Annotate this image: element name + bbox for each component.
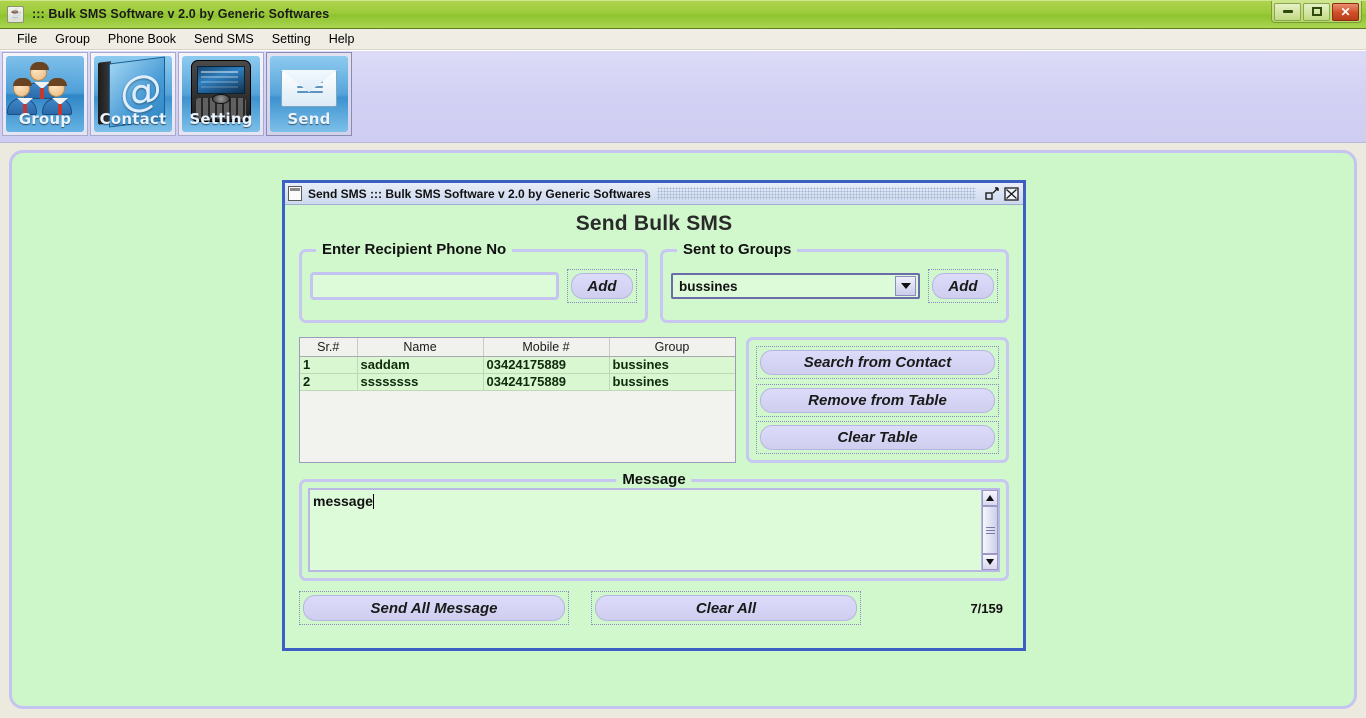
toolbar-button-send-label: Send: [287, 110, 331, 128]
internal-frame-restore-button[interactable]: [984, 186, 1001, 202]
page-title: Send Bulk SMS: [575, 212, 733, 235]
add-phone-button[interactable]: Add: [571, 273, 633, 299]
menu-item-setting[interactable]: Setting: [263, 30, 320, 48]
recipient-panel-title: Enter Recipient Phone No: [316, 241, 513, 258]
groups-panel: Sent to Groups bussines Add: [660, 241, 1009, 323]
remove-from-table-button[interactable]: Remove from Table: [760, 387, 995, 413]
menu-item-help[interactable]: Help: [320, 30, 364, 48]
send-all-focus-ring: Send All Message: [299, 591, 569, 625]
application-window: ☕ ::: Bulk SMS Software v 2.0 by Generic…: [0, 0, 1366, 718]
top-panels-row: Enter Recipient Phone No Add Sent to Gro…: [299, 241, 1009, 323]
character-counter: 7/159: [970, 600, 1003, 616]
toolbar-button-group-label: Group: [18, 110, 72, 128]
add-phone-focus-ring: Add: [567, 269, 637, 303]
menu-item-phone-book[interactable]: Phone Book: [99, 30, 185, 48]
envelope-send-icon: Send: [270, 56, 348, 132]
menu-item-file[interactable]: File: [8, 30, 46, 48]
scrollbar-thumb[interactable]: [982, 506, 998, 554]
message-panel-title: Message: [616, 471, 692, 488]
column-header-group[interactable]: Group: [609, 338, 735, 357]
toolbar-button-send[interactable]: Send: [266, 52, 352, 136]
scroll-up-icon[interactable]: [982, 490, 998, 506]
table-header-row: Sr.# Name Mobile # Group: [300, 338, 735, 357]
clear-all-button[interactable]: Clear All: [595, 595, 857, 621]
table-actions-panel: Search from Contact Remove from Table Cl…: [746, 337, 1009, 463]
message-textarea-wrap: message: [308, 488, 1000, 572]
bottom-actions-row: Send All Message Clear All 7/159: [299, 591, 1009, 625]
clear-table-focus-ring: Clear Table: [756, 421, 999, 454]
add-group-focus-ring: Add: [928, 269, 998, 303]
mobile-phone-icon: Setting: [182, 56, 260, 132]
scrollbar-grip: [985, 525, 995, 536]
cell-mobile: 03424175889: [483, 373, 610, 391]
clear-all-focus-ring: Clear All: [591, 591, 861, 625]
cell-sr: 1: [300, 356, 358, 374]
clear-table-button[interactable]: Clear Table: [760, 425, 995, 450]
cell-name: saddam: [357, 356, 484, 374]
column-header-mobile[interactable]: Mobile #: [483, 338, 610, 357]
menu-item-group[interactable]: Group: [46, 30, 99, 48]
maximize-button[interactable]: [1303, 2, 1330, 21]
remove-from-table-focus-ring: Remove from Table: [756, 383, 999, 417]
recipient-panel: Enter Recipient Phone No Add: [299, 241, 648, 323]
close-icon: ✕: [1340, 4, 1351, 19]
message-textarea[interactable]: message: [310, 490, 981, 570]
window-title-bar: ☕ ::: Bulk SMS Software v 2.0 by Generic…: [0, 0, 1366, 29]
column-header-name[interactable]: Name: [357, 338, 484, 357]
cell-group: bussines: [609, 373, 735, 391]
search-from-contact-focus-ring: Search from Contact: [756, 346, 999, 379]
window-title: ::: Bulk SMS Software v 2.0 by Generic S…: [32, 7, 330, 21]
add-group-button[interactable]: Add: [932, 273, 994, 299]
window-controls: ✕: [1271, 1, 1362, 23]
toolbar: Group @ Contact Setting Send: [0, 50, 1366, 143]
internal-frame-title-bar[interactable]: Send SMS ::: Bulk SMS Software v 2.0 by …: [285, 183, 1023, 205]
chevron-down-icon[interactable]: [895, 276, 916, 296]
minimize-icon: [1282, 10, 1293, 13]
cell-sr: 2: [300, 373, 358, 391]
menu-item-send-sms[interactable]: Send SMS: [185, 30, 263, 48]
restore-icon: [985, 186, 999, 200]
close-button[interactable]: ✕: [1332, 2, 1359, 21]
message-panel: Message message: [299, 471, 1009, 581]
toolbar-button-contact[interactable]: @ Contact: [90, 52, 176, 136]
java-cup-icon: ☕: [7, 5, 24, 23]
search-from-contact-button[interactable]: Search from Contact: [760, 350, 995, 375]
cell-group: bussines: [609, 356, 735, 374]
send-sms-internal-frame: Send SMS ::: Bulk SMS Software v 2.0 by …: [282, 180, 1026, 651]
scroll-down-icon[interactable]: [982, 554, 998, 570]
title-bar-grip: [656, 187, 976, 200]
desktop-pane: Send SMS ::: Bulk SMS Software v 2.0 by …: [9, 150, 1357, 709]
cell-name: ssssssss: [357, 373, 484, 391]
minimize-button[interactable]: [1274, 2, 1301, 21]
send-all-message-button[interactable]: Send All Message: [303, 595, 565, 621]
groups-panel-title: Sent to Groups: [677, 241, 798, 258]
scrollbar-track[interactable]: [982, 506, 998, 554]
people-group-icon: Group: [6, 56, 84, 132]
address-book-at-icon: @ Contact: [94, 56, 172, 132]
toolbar-button-setting[interactable]: Setting: [178, 52, 264, 136]
message-text-value: message: [313, 493, 373, 509]
table-row[interactable]: 2 ssssssss 03424175889 bussines: [300, 373, 735, 391]
table-row[interactable]: 1 saddam 03424175889 bussines: [300, 356, 735, 374]
message-scrollbar[interactable]: [981, 490, 998, 570]
text-caret: [372, 494, 374, 509]
toolbar-button-setting-label: Setting: [189, 110, 253, 128]
internal-frame-close-button[interactable]: [1003, 186, 1020, 202]
maximize-icon: [1311, 7, 1322, 16]
column-header-sr[interactable]: Sr.#: [300, 338, 358, 357]
recipient-phone-input[interactable]: [310, 272, 559, 300]
internal-frame-title: Send SMS ::: Bulk SMS Software v 2.0 by …: [308, 186, 651, 201]
window-icon: [288, 186, 302, 201]
group-select-value: bussines: [679, 278, 738, 294]
group-select[interactable]: bussines: [671, 273, 920, 299]
cell-mobile: 03424175889: [483, 356, 610, 374]
table-and-actions-row: Sr.# Name Mobile # Group 1 saddam 034241…: [299, 337, 1009, 463]
menu-bar: File Group Phone Book Send SMS Setting H…: [0, 29, 1366, 50]
toolbar-button-group[interactable]: Group: [2, 52, 88, 136]
toolbar-button-contact-label: Contact: [99, 110, 167, 128]
close-icon: [1004, 186, 1019, 201]
recipients-table[interactable]: Sr.# Name Mobile # Group 1 saddam 034241…: [299, 337, 736, 463]
